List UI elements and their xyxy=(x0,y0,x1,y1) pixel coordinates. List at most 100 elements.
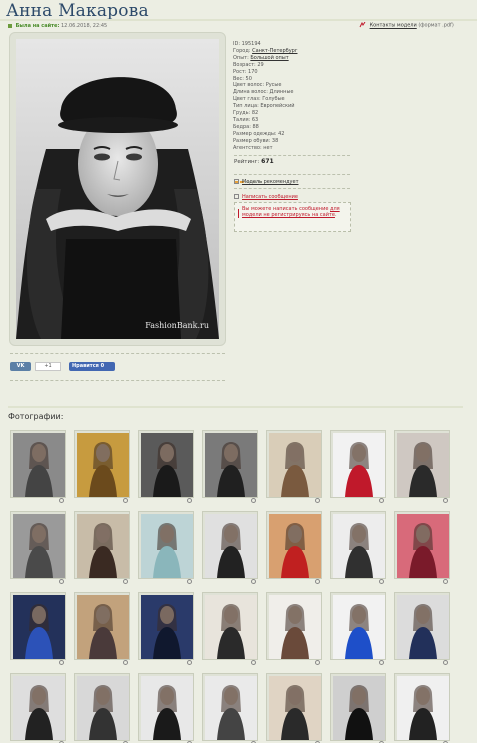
doc-icon xyxy=(234,179,239,184)
photo-thumbnail[interactable] xyxy=(394,511,450,584)
info-agency: Агентство: нет xyxy=(233,144,273,151)
thumbnail-image xyxy=(205,595,257,659)
magnifier-icon[interactable] xyxy=(59,660,64,665)
photo-thumbnail[interactable] xyxy=(10,430,66,503)
photo-thumbnail[interactable] xyxy=(10,673,66,743)
fb-like-button[interactable]: Нравится 0 xyxy=(69,362,115,371)
photo-thumbnail[interactable] xyxy=(202,511,258,584)
magnifier-icon[interactable] xyxy=(251,579,256,584)
info-hair-length: Длина волос: Длинные xyxy=(233,89,294,96)
main-photo[interactable]: FashionBank.ru xyxy=(16,39,219,339)
photo-thumbnail[interactable] xyxy=(74,673,130,743)
photo-thumbnail[interactable] xyxy=(394,592,450,665)
info-experience-link[interactable]: Большой опыт xyxy=(250,55,288,61)
thumbnail-image xyxy=(269,514,321,578)
thumbnail-image xyxy=(77,514,129,578)
photo-thumbnail[interactable] xyxy=(138,511,194,584)
magnifier-icon[interactable] xyxy=(315,498,320,503)
thumbnail-image xyxy=(141,433,193,497)
photo-thumbnail[interactable] xyxy=(330,511,386,584)
contacts-format: (формат .pdf) xyxy=(418,22,454,29)
portrait-image xyxy=(16,39,219,339)
thumbnail-image xyxy=(397,433,449,497)
notice-bar xyxy=(238,209,239,218)
divider xyxy=(10,380,225,381)
photo-thumbnail[interactable] xyxy=(330,673,386,743)
photo-watermark: FashionBank.ru xyxy=(145,321,209,330)
contacts-link[interactable]: Контакты модели xyxy=(370,23,417,29)
photo-thumbnail[interactable] xyxy=(202,673,258,743)
vk-share-button[interactable]: VK xyxy=(10,362,31,371)
magnifier-icon[interactable] xyxy=(443,660,448,665)
magnifier-icon[interactable] xyxy=(315,579,320,584)
magnifier-icon[interactable] xyxy=(187,660,192,665)
photo-thumbnail[interactable] xyxy=(202,592,258,665)
magnifier-icon[interactable] xyxy=(443,579,448,584)
photo-thumbnail[interactable] xyxy=(74,592,130,665)
photo-thumbnail[interactable] xyxy=(266,511,322,584)
photo-thumbnail[interactable] xyxy=(266,430,322,503)
notice-text-end: . xyxy=(334,212,337,218)
photo-thumbnail[interactable] xyxy=(74,511,130,584)
thumbnail-image xyxy=(13,433,65,497)
magnifier-icon[interactable] xyxy=(379,498,384,503)
magnifier-icon[interactable] xyxy=(187,498,192,503)
magnifier-icon[interactable] xyxy=(187,579,192,584)
last-seen: Была на сайте: 12.06.2018, 22:45 xyxy=(8,23,107,29)
photo-thumbnail[interactable] xyxy=(138,430,194,503)
photo-thumbnail[interactable] xyxy=(10,511,66,584)
envelope-icon xyxy=(234,194,239,199)
magnifier-icon[interactable] xyxy=(123,579,128,584)
photos-title: Фотографии: xyxy=(8,412,64,421)
photo-thumbnail[interactable] xyxy=(266,673,322,743)
thumbnail-image xyxy=(141,595,193,659)
info-city-link[interactable]: Санкт-Петербург xyxy=(252,48,297,54)
page-title: Анна Макарова xyxy=(6,1,149,21)
photo-thumbnail[interactable] xyxy=(138,673,194,743)
thumbnail-image xyxy=(205,433,257,497)
photo-thumbnail[interactable] xyxy=(10,592,66,665)
model-info: ID: 195194 Город: Санкт-Петербург Опыт: … xyxy=(233,41,297,152)
photo-thumbnail[interactable] xyxy=(266,592,322,665)
thumbnail-image xyxy=(141,676,193,740)
calendar-icon xyxy=(8,23,12,28)
thumbnail-image xyxy=(13,514,65,578)
magnifier-icon[interactable] xyxy=(443,498,448,503)
photo-thumbnail[interactable] xyxy=(202,430,258,503)
recommend-link[interactable]: Модель рекомендует xyxy=(242,179,299,185)
message-notice: Вы можете написать сообщение для модели … xyxy=(234,202,351,232)
title-underline xyxy=(0,19,477,21)
magnifier-icon[interactable] xyxy=(315,660,320,665)
thumbnail-image xyxy=(397,595,449,659)
info-height: Рост: 170 xyxy=(233,68,258,75)
info-id: ID: 195194 xyxy=(233,41,261,47)
info-weight: Вес: 50 xyxy=(233,75,252,82)
magnifier-icon[interactable] xyxy=(251,660,256,665)
write-message-link[interactable]: Написать сообщение xyxy=(242,194,298,200)
rating-value: 671 xyxy=(261,158,274,165)
magnifier-icon[interactable] xyxy=(379,579,384,584)
photo-thumbnail[interactable] xyxy=(394,430,450,503)
magnifier-icon[interactable] xyxy=(123,498,128,503)
thumbnail-image xyxy=(333,514,385,578)
thumbnail-image xyxy=(397,676,449,740)
magnifier-icon[interactable] xyxy=(379,660,384,665)
magnifier-icon[interactable] xyxy=(251,498,256,503)
magnifier-icon[interactable] xyxy=(59,498,64,503)
section-divider xyxy=(8,406,463,408)
pdf-icon xyxy=(359,22,366,28)
thumbnail-image xyxy=(269,433,321,497)
photo-thumbnail[interactable] xyxy=(74,430,130,503)
thumbnail-image xyxy=(77,433,129,497)
thumbnail-image xyxy=(77,676,129,740)
photo-thumbnail[interactable] xyxy=(394,673,450,743)
magnifier-icon[interactable] xyxy=(123,660,128,665)
rating-label: Рейтинг: xyxy=(234,159,260,165)
photo-thumbnail[interactable] xyxy=(330,430,386,503)
magnifier-icon[interactable] xyxy=(59,579,64,584)
photo-thumbnail[interactable] xyxy=(330,592,386,665)
thumbnail-image xyxy=(333,595,385,659)
photo-thumbnail[interactable] xyxy=(138,592,194,665)
divider xyxy=(234,174,350,175)
thumbnail-image xyxy=(333,433,385,497)
